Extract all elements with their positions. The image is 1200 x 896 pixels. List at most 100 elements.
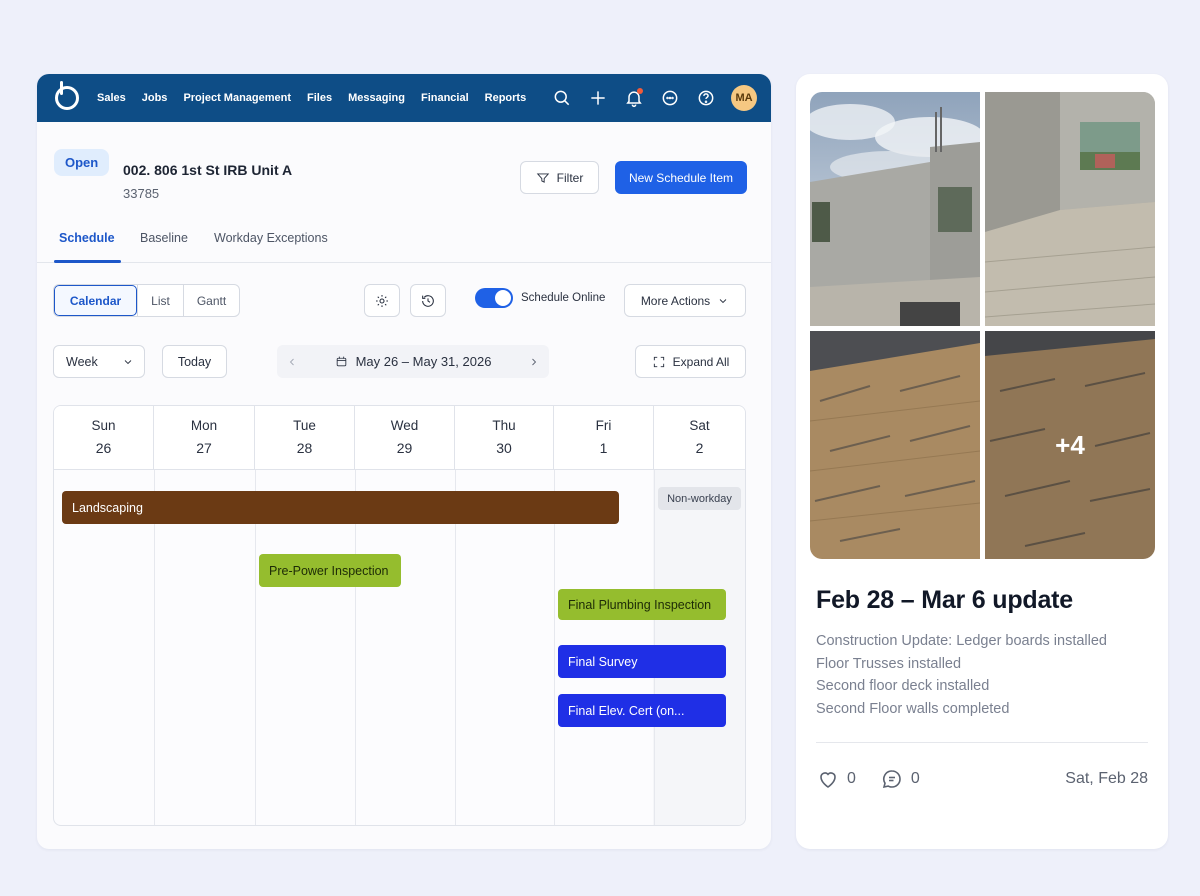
view-calendar-button[interactable]: Calendar — [54, 285, 137, 316]
tab-workday-exceptions[interactable]: Workday Exceptions — [214, 231, 328, 245]
schedule-online-control: Schedule Online — [475, 288, 605, 308]
day-header-sun: Sun 26 — [54, 406, 154, 469]
expand-all-button[interactable]: Expand All — [635, 345, 746, 378]
non-workday-badge: Non-workday — [658, 487, 741, 510]
day-name: Sun — [91, 418, 116, 433]
event-landscaping[interactable]: Landscaping — [62, 491, 619, 524]
next-week-button[interactable] — [527, 355, 541, 369]
schedule-online-toggle[interactable] — [475, 288, 513, 308]
main-nav: Sales Jobs Project Management Files Mess… — [97, 92, 526, 104]
range-select[interactable]: Week — [53, 345, 145, 378]
today-button[interactable]: Today — [162, 345, 227, 378]
top-nav-bar: Sales Jobs Project Management Files Mess… — [37, 74, 771, 122]
event-final-elev-cert[interactable]: Final Elev. Cert (on... — [558, 694, 726, 727]
schedule-tabs: Schedule Baseline Workday Exceptions — [37, 219, 771, 263]
day-number: 26 — [95, 440, 112, 456]
like-button[interactable]: 0 — [816, 767, 856, 791]
history-icon — [422, 294, 434, 307]
tab-schedule[interactable]: Schedule — [59, 231, 115, 245]
gear-icon — [376, 294, 388, 307]
date-range-label: May 26 – May 31, 2026 — [335, 354, 492, 369]
filter-button[interactable]: Filter — [520, 161, 599, 194]
chat-icon[interactable] — [659, 87, 681, 109]
day-name: Tue — [293, 418, 316, 433]
day-number: 30 — [496, 440, 512, 456]
day-header-thu: Thu 30 — [455, 406, 554, 469]
history-button[interactable] — [410, 284, 446, 317]
nav-item-messaging[interactable]: Messaging — [348, 92, 405, 104]
job-title: 002. 806 1st St IRB Unit A — [123, 162, 293, 178]
view-switcher: Calendar List Gantt — [53, 284, 240, 317]
date-navigator: May 26 – May 31, 2026 — [277, 345, 549, 378]
day-name: Sat — [689, 418, 710, 433]
event-final-survey[interactable]: Final Survey — [558, 645, 726, 678]
expand-all-label: Expand All — [672, 354, 730, 369]
photo-gallery: +4 — [810, 92, 1155, 559]
comment-count: 0 — [910, 770, 920, 787]
calendar-header-row: Sun 26 Mon 27 Tue 28 Wed 29 Thu 30 Fri 1 Sat 2 — [54, 406, 745, 470]
brand-logo-icon[interactable] — [55, 81, 79, 110]
view-list-button[interactable]: List — [137, 285, 183, 316]
filter-label: Filter — [556, 170, 584, 185]
active-tab-indicator — [54, 260, 121, 263]
user-avatar[interactable]: MA — [731, 85, 757, 111]
job-header: Open 002. 806 1st St IRB Unit A 33785 Fi… — [53, 146, 747, 206]
day-number: 1 — [599, 440, 608, 456]
day-number: 29 — [396, 440, 413, 456]
chevron-right-icon — [532, 358, 537, 365]
calendar-icon — [336, 356, 346, 367]
settings-button[interactable] — [364, 284, 400, 317]
photo-thumbnail[interactable] — [985, 92, 1155, 326]
card-divider — [816, 742, 1148, 743]
day-name: Wed — [390, 418, 419, 433]
photo-thumbnail[interactable] — [810, 92, 980, 326]
update-footer: 0 0 Sat, Feb 28 — [816, 766, 1148, 792]
day-header-sat: Sat 2 — [654, 406, 745, 469]
comment-icon — [882, 770, 901, 789]
date-range-text: May 26 – May 31, 2026 — [355, 354, 492, 369]
status-badge: Open — [54, 149, 110, 176]
event-pre-power-inspection[interactable]: Pre-Power Inspection — [259, 554, 401, 587]
update-line: Floor Trusses installed — [816, 655, 962, 672]
day-name: Thu — [492, 418, 516, 433]
day-number: 2 — [695, 440, 704, 456]
photo-thumbnail[interactable] — [810, 331, 980, 559]
nav-item-financial[interactable]: Financial — [421, 92, 469, 104]
update-title: Feb 28 – Mar 6 update — [816, 586, 1073, 614]
help-icon[interactable] — [695, 87, 717, 109]
nav-actions: MA — [551, 85, 757, 111]
more-actions-label: More Actions — [640, 293, 711, 308]
more-actions-dropdown[interactable]: More Actions — [624, 284, 746, 317]
comment-button[interactable]: 0 — [880, 767, 920, 791]
notification-dot — [637, 88, 643, 94]
prev-week-button[interactable] — [285, 355, 299, 369]
nav-item-project-management[interactable]: Project Management — [183, 92, 291, 104]
nav-item-reports[interactable]: Reports — [485, 92, 527, 104]
photo-thumbnail-more[interactable]: +4 — [985, 331, 1155, 559]
filter-icon — [536, 172, 549, 183]
day-header-mon: Mon 27 — [154, 406, 255, 469]
nav-item-sales[interactable]: Sales — [97, 92, 126, 104]
nav-item-files[interactable]: Files — [307, 92, 332, 104]
nav-item-jobs[interactable]: Jobs — [142, 92, 168, 104]
schedule-online-label: Schedule Online — [521, 292, 606, 304]
update-line: Second floor deck installed — [816, 678, 990, 694]
plus-icon[interactable] — [587, 87, 609, 109]
chevron-down-icon — [124, 359, 132, 364]
schedule-app-window: Sales Jobs Project Management Files Mess… — [37, 74, 771, 849]
update-line: Second Floor walls completed — [816, 700, 1010, 717]
new-schedule-item-button[interactable]: New Schedule Item — [615, 161, 747, 194]
tab-baseline[interactable]: Baseline — [140, 231, 188, 245]
bell-icon[interactable] — [623, 87, 645, 109]
update-date: Sat, Feb 28 — [1065, 770, 1148, 787]
day-number: 28 — [296, 440, 313, 456]
progress-update-card: +4 Feb 28 – Mar 6 update Construction Up… — [796, 74, 1168, 849]
event-final-plumbing-inspection[interactable]: Final Plumbing Inspection — [558, 589, 726, 620]
view-gantt-button[interactable]: Gantt — [183, 285, 239, 316]
update-line: Construction Update: Ledger boards insta… — [816, 633, 1107, 649]
expand-icon — [653, 356, 664, 367]
chevron-left-icon — [289, 358, 294, 365]
week-calendar: Sun 26 Mon 27 Tue 28 Wed 29 Thu 30 Fri 1 Sat 2 … — [53, 405, 746, 826]
search-icon[interactable] — [551, 87, 573, 109]
chevron-down-icon — [719, 298, 727, 303]
